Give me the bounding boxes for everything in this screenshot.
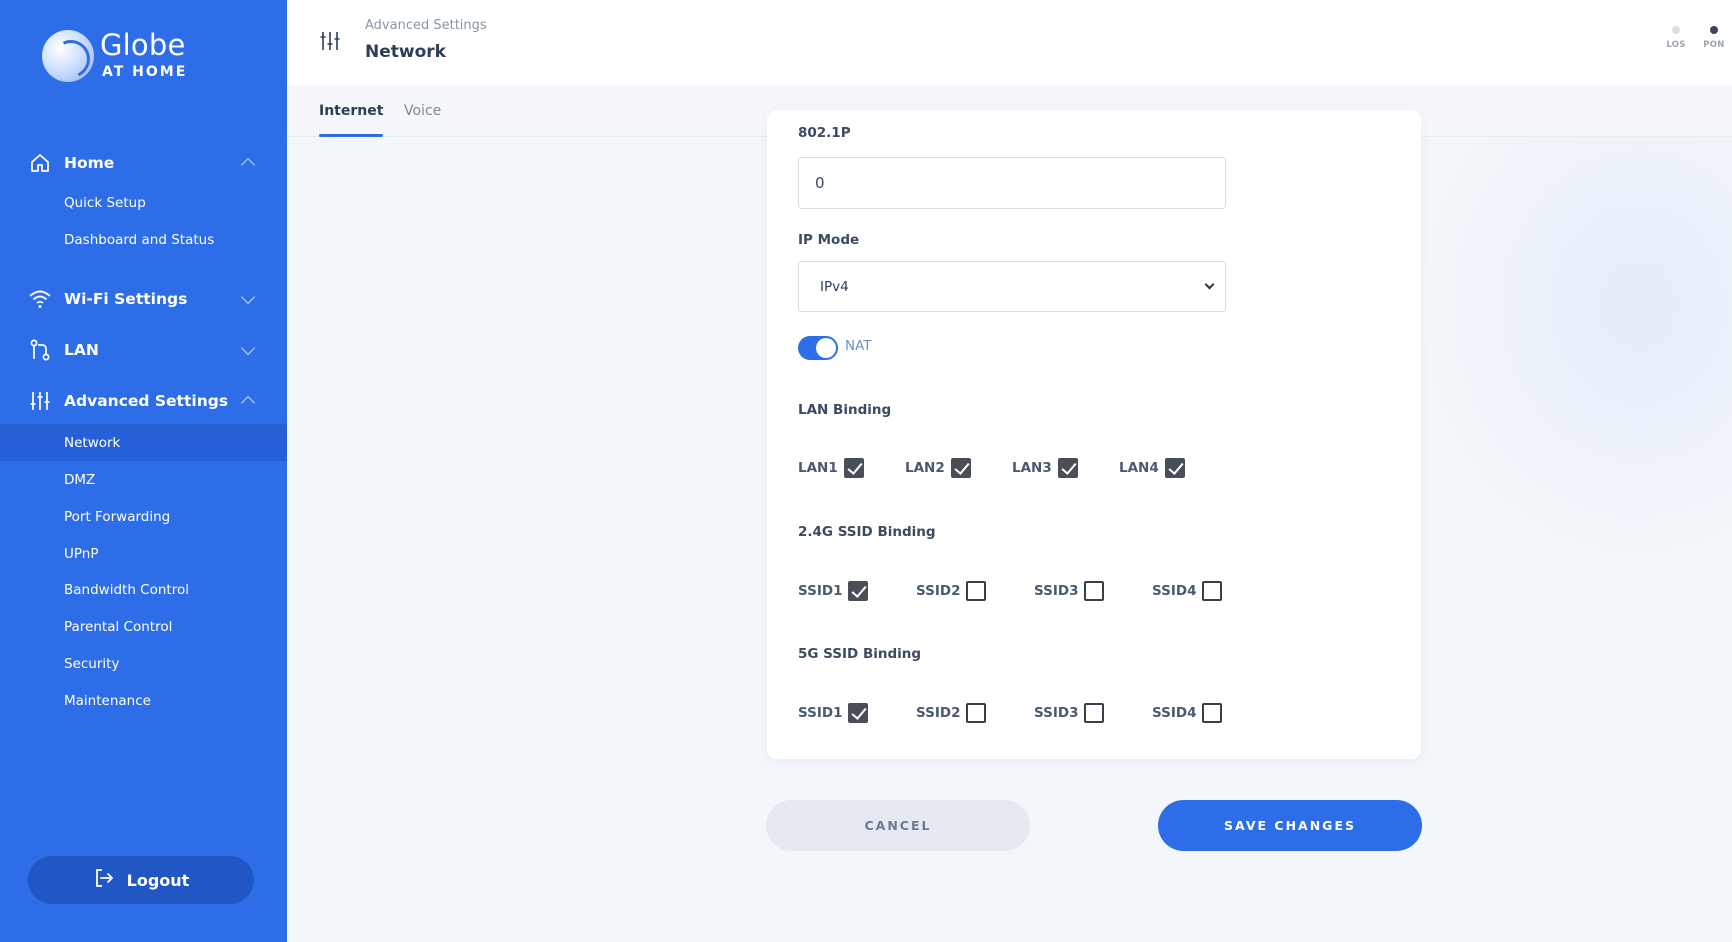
ssid24-2-checkbox[interactable]: SSID2 (916, 580, 987, 602)
status-label: LOS (1666, 40, 1686, 50)
chevron-up-icon (240, 395, 256, 411)
lan-icon (28, 338, 52, 362)
ip-mode-value: IPv4 (820, 278, 849, 295)
logout-icon (93, 867, 115, 893)
checkbox-unchecked-icon (1084, 581, 1105, 601)
ssid5-2-checkbox[interactable]: SSID2 (916, 702, 987, 724)
tab-voice[interactable]: Voice (404, 85, 441, 137)
sidebar-group-home[interactable]: Home (0, 143, 287, 183)
checkbox-label: SSID3 (1034, 705, 1079, 721)
nat-toggle[interactable] (798, 336, 838, 360)
lan4-checkbox[interactable]: LAN4 (1119, 457, 1185, 479)
checkbox-label: SSID1 (798, 705, 843, 721)
lan3-checkbox[interactable]: LAN3 (1012, 457, 1078, 479)
brand-name: Globe (100, 28, 186, 62)
save-changes-button[interactable]: SAVE CHANGES (1158, 800, 1422, 851)
sidebar-group-wifi[interactable]: Wi-Fi Settings (0, 279, 287, 319)
home-icon (28, 151, 52, 175)
logout-label: Logout (126, 870, 190, 890)
checkbox-label: LAN2 (905, 460, 945, 476)
sidebar-item-network[interactable]: Network (0, 424, 287, 461)
checkbox-label: SSID2 (916, 705, 961, 721)
sidebar-item-dmz[interactable]: DMZ (0, 461, 287, 498)
lan-binding-label: LAN Binding (798, 402, 892, 418)
sliders-icon (319, 30, 341, 56)
checkbox-checked-icon (1164, 458, 1185, 478)
brand-logo[interactable]: Globe AT HOME (42, 28, 188, 82)
ssid24-3-checkbox[interactable]: SSID3 (1034, 580, 1105, 602)
sidebar-item-port-forwarding[interactable]: Port Forwarding (0, 498, 287, 535)
checkbox-label: LAN4 (1119, 460, 1159, 476)
nat-label: NAT (845, 338, 872, 354)
checkbox-checked-icon (950, 458, 971, 478)
sidebar-item-upnp[interactable]: UPnP (0, 535, 287, 572)
lan2-checkbox[interactable]: LAN2 (905, 457, 971, 479)
ssid24-4-checkbox[interactable]: SSID4 (1152, 580, 1223, 602)
sidebar-item-maintenance[interactable]: Maintenance (0, 682, 287, 719)
status-dot-icon (1710, 26, 1718, 34)
status-indicator-los: LOS (1658, 26, 1694, 50)
checkbox-unchecked-icon (1084, 703, 1105, 723)
cancel-button[interactable]: CANCEL (766, 800, 1030, 851)
sidebar-item-security[interactable]: Security (0, 645, 287, 682)
sidebar-item-quick-setup[interactable]: Quick Setup (0, 184, 287, 221)
sidebar-group-wifi-label: Wi-Fi Settings (64, 290, 188, 308)
checkbox-label: SSID1 (798, 583, 843, 599)
chevron-down-icon (240, 289, 256, 305)
status-dot-icon (1672, 26, 1680, 34)
sidebar-item-parental-control[interactable]: Parental Control (0, 608, 287, 645)
lan1-checkbox[interactable]: LAN1 (798, 457, 864, 479)
checkbox-unchecked-icon (1202, 581, 1223, 601)
brand-subtitle: AT HOME (102, 63, 188, 80)
ssid5-4-checkbox[interactable]: SSID4 (1152, 702, 1223, 724)
chevron-up-icon (240, 157, 256, 173)
sidebar-group-lan-label: LAN (64, 341, 99, 359)
checkbox-checked-icon (848, 703, 869, 723)
checkbox-checked-icon (848, 581, 869, 601)
checkbox-unchecked-icon (1202, 703, 1223, 723)
checkbox-checked-icon (843, 458, 864, 478)
priority-input[interactable] (798, 157, 1226, 209)
checkbox-checked-icon (1057, 458, 1078, 478)
page-header: Advanced Settings Network LOS PON (287, 0, 1732, 85)
sidebar-group-home-label: Home (64, 154, 115, 172)
checkbox-label: SSID4 (1152, 705, 1197, 721)
toggle-knob (816, 338, 836, 358)
ip-mode-select[interactable]: IPv4 (798, 261, 1226, 312)
ssid24-binding-label: 2.4G SSID Binding (798, 524, 936, 540)
tab-internet[interactable]: Internet (319, 85, 384, 137)
status-label: PON (1703, 40, 1725, 50)
page-title: Network (365, 42, 446, 62)
sidebar-item-dashboard[interactable]: Dashboard and Status (0, 221, 287, 258)
globe-logo-icon (42, 30, 94, 82)
checkbox-label: SSID3 (1034, 583, 1079, 599)
checkbox-unchecked-icon (966, 581, 987, 601)
checkbox-unchecked-icon (966, 703, 987, 723)
sliders-icon (28, 389, 52, 413)
ssid5-1-checkbox[interactable]: SSID1 (798, 702, 869, 724)
checkbox-label: SSID2 (916, 583, 961, 599)
sidebar-item-bandwidth-control[interactable]: Bandwidth Control (0, 571, 287, 608)
ssid24-1-checkbox[interactable]: SSID1 (798, 580, 869, 602)
ip-mode-label: IP Mode (798, 232, 860, 248)
status-indicator-pon: PON (1696, 26, 1732, 50)
chevron-down-icon (1204, 279, 1215, 290)
sidebar: Globe AT HOME Home Quick Setup Dashboard… (0, 0, 287, 942)
checkbox-label: SSID4 (1152, 583, 1197, 599)
checkbox-label: LAN3 (1012, 460, 1052, 476)
sidebar-group-advanced-label: Advanced Settings (64, 392, 229, 410)
ssid5-3-checkbox[interactable]: SSID3 (1034, 702, 1105, 724)
priority-label: 802.1P (798, 127, 851, 137)
ssid5-binding-label: 5G SSID Binding (798, 646, 922, 662)
breadcrumb: Advanced Settings (365, 18, 487, 33)
wifi-icon (28, 287, 52, 311)
checkbox-label: LAN1 (798, 460, 838, 476)
sidebar-group-advanced-settings[interactable]: Advanced Settings (0, 381, 287, 421)
background-decoration (1420, 137, 1732, 557)
sidebar-group-lan[interactable]: LAN (0, 330, 287, 370)
logout-button[interactable]: Logout (28, 856, 254, 904)
chevron-down-icon (240, 340, 256, 356)
